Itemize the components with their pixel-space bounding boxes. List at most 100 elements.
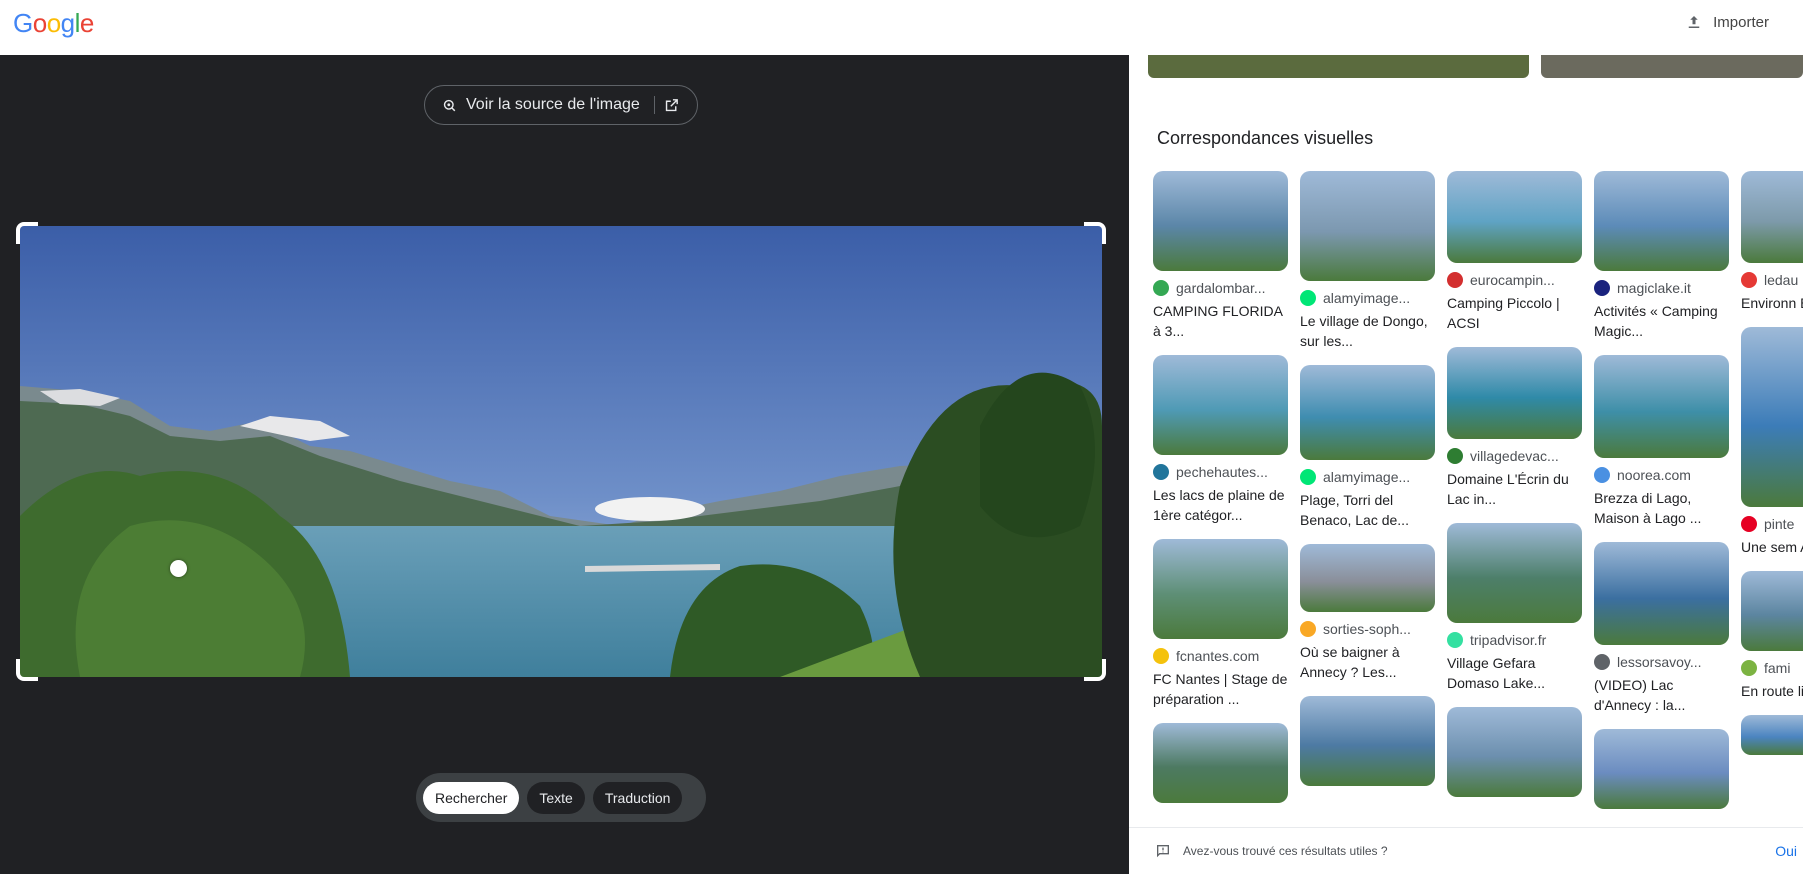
result-title[interactable]: Une sem Annecy	[1741, 537, 1803, 557]
logo-letter: o	[32, 8, 47, 38]
result-thumbnail[interactable]	[1300, 544, 1435, 612]
result-card[interactable]: magiclake.it Activités « Camping Magic...	[1594, 171, 1729, 341]
result-card[interactable]	[1300, 696, 1435, 786]
result-card[interactable]	[1594, 729, 1729, 809]
result-card[interactable]: alamyimage... Plage, Torri del Benaco, La…	[1300, 365, 1435, 530]
result-title[interactable]: Camping Piccolo | ACSI	[1447, 293, 1582, 333]
result-card[interactable]: lessorsavoy... (VIDEO) Lac d'Annecy : la.…	[1594, 542, 1729, 715]
crop-corner-top-left[interactable]	[16, 222, 38, 244]
result-card[interactable]: ledau Environn Baignade	[1741, 171, 1803, 313]
feedback-question: Avez-vous trouvé ces résultats utiles ?	[1183, 844, 1388, 858]
result-title[interactable]: Activités « Camping Magic...	[1594, 301, 1729, 341]
result-card[interactable]	[1447, 707, 1582, 797]
result-thumbnail[interactable]	[1447, 523, 1582, 623]
result-thumbnail[interactable]	[1300, 171, 1435, 281]
result-source[interactable]: alamyimage...	[1300, 469, 1435, 485]
logo-letter: e	[79, 8, 94, 38]
result-card[interactable]: eurocampin... Camping Piccolo | ACSI	[1447, 171, 1582, 333]
result-card[interactable]	[1153, 723, 1288, 803]
divider	[653, 96, 655, 114]
object-hotspot[interactable]	[170, 560, 187, 577]
result-thumbnail[interactable]	[1594, 355, 1729, 458]
result-title[interactable]: Plage, Torri del Benaco, Lac de...	[1300, 490, 1435, 530]
result-card[interactable]	[1741, 715, 1803, 755]
result-thumbnail[interactable]	[1447, 171, 1582, 263]
result-source[interactable]: alamyimage...	[1300, 290, 1435, 306]
feedback-yes-button[interactable]: Oui	[1775, 843, 1797, 859]
result-card[interactable]: tripadvisor.fr Village Gefara Domaso Lake…	[1447, 523, 1582, 693]
tab-text[interactable]: Texte	[527, 781, 585, 814]
result-card[interactable]: fami En route lido ! 8 b	[1741, 571, 1803, 701]
result-title[interactable]: FC Nantes | Stage de préparation ...	[1153, 669, 1288, 709]
site-favicon-icon	[1300, 469, 1316, 485]
result-title[interactable]: (VIDEO) Lac d'Annecy : la...	[1594, 675, 1729, 715]
result-card[interactable]: villagedevac... Domaine L'Écrin du Lac in…	[1447, 347, 1582, 509]
result-thumbnail[interactable]	[1153, 723, 1288, 803]
tab-search[interactable]: Rechercher	[423, 781, 520, 814]
result-thumbnail[interactable]	[1300, 365, 1435, 460]
result-source-name: magiclake.it	[1617, 280, 1691, 296]
site-favicon-icon	[1153, 464, 1169, 480]
previous-result-thumb[interactable]	[1541, 55, 1803, 78]
result-title[interactable]: Brezza di Lago, Maison à Lago ...	[1594, 488, 1729, 528]
result-card[interactable]: noorea.com Brezza di Lago, Maison à Lago …	[1594, 355, 1729, 528]
result-source[interactable]: gardalombar...	[1153, 280, 1288, 296]
result-card[interactable]: alamyimage... Le village de Dongo, sur le…	[1300, 171, 1435, 351]
result-thumbnail[interactable]	[1741, 571, 1803, 651]
result-title[interactable]: Domaine L'Écrin du Lac in...	[1447, 469, 1582, 509]
result-thumbnail[interactable]	[1594, 171, 1729, 271]
result-title[interactable]: Village Gefara Domaso Lake...	[1447, 653, 1582, 693]
result-thumbnail[interactable]	[1594, 729, 1729, 809]
search-image[interactable]	[20, 226, 1102, 677]
result-source[interactable]: magiclake.it	[1594, 280, 1729, 296]
result-source[interactable]: eurocampin...	[1447, 272, 1582, 288]
crop-corner-top-right[interactable]	[1084, 222, 1106, 244]
result-title[interactable]: En route lido ! 8 b	[1741, 681, 1803, 701]
result-source[interactable]: noorea.com	[1594, 467, 1729, 483]
result-source[interactable]: fcnantes.com	[1153, 648, 1288, 664]
result-thumbnail[interactable]	[1447, 347, 1582, 439]
result-source[interactable]: tripadvisor.fr	[1447, 632, 1582, 648]
result-thumbnail[interactable]	[1153, 355, 1288, 455]
site-favicon-icon	[1447, 448, 1463, 464]
crop-corner-bottom-left[interactable]	[16, 659, 38, 681]
upload-button[interactable]: Importer	[1685, 10, 1769, 34]
logo-letter: g	[60, 8, 75, 38]
result-thumbnail[interactable]	[1594, 542, 1729, 645]
result-thumbnail[interactable]	[1447, 707, 1582, 797]
result-thumbnail[interactable]	[1153, 171, 1288, 271]
result-source[interactable]: pechehautes...	[1153, 464, 1288, 480]
result-source[interactable]: sorties-soph...	[1300, 621, 1435, 637]
view-source-button[interactable]: Voir la source de l'image	[424, 85, 698, 125]
result-card[interactable]: pinte Une sem Annecy	[1741, 327, 1803, 557]
result-source[interactable]: pinte	[1741, 516, 1803, 532]
result-source[interactable]: lessorsavoy...	[1594, 654, 1729, 670]
result-thumbnail[interactable]	[1153, 539, 1288, 639]
result-title[interactable]: CAMPING FLORIDA à 3...	[1153, 301, 1288, 341]
result-thumbnail[interactable]	[1741, 715, 1803, 755]
previous-result-thumb[interactable]	[1148, 55, 1529, 78]
result-thumbnail[interactable]	[1741, 171, 1803, 263]
logo-letter: o	[46, 8, 61, 38]
result-title[interactable]: Où se baigner à Annecy ? Les...	[1300, 642, 1435, 682]
result-title[interactable]: Environn Baignade	[1741, 293, 1803, 313]
results-column: ledau Environn Baignade pinte Une sem Annec…	[1741, 171, 1803, 769]
result-source[interactable]: fami	[1741, 660, 1803, 676]
result-card[interactable]: fcnantes.com FC Nantes | Stage de prépara…	[1153, 539, 1288, 709]
tab-translate[interactable]: Traduction	[592, 781, 683, 814]
site-favicon-icon	[1447, 272, 1463, 288]
result-source[interactable]: villagedevac...	[1447, 448, 1582, 464]
result-thumbnail[interactable]	[1300, 696, 1435, 786]
result-card[interactable]: gardalombar... CAMPING FLORIDA à 3...	[1153, 171, 1288, 341]
result-title[interactable]: Les lacs de plaine de 1ère catégor...	[1153, 485, 1288, 525]
result-source[interactable]: ledau	[1741, 272, 1803, 288]
crop-corner-bottom-right[interactable]	[1084, 659, 1106, 681]
google-logo[interactable]: Google	[13, 8, 94, 39]
result-card[interactable]: sorties-soph... Où se baigner à Annecy ? …	[1300, 544, 1435, 682]
upload-label: Importer	[1713, 13, 1769, 31]
result-thumbnail[interactable]	[1741, 327, 1803, 507]
result-card[interactable]: pechehautes... Les lacs de plaine de 1ère…	[1153, 355, 1288, 525]
lens-icon	[443, 99, 456, 111]
result-title[interactable]: Le village de Dongo, sur les...	[1300, 311, 1435, 351]
result-source-name: noorea.com	[1617, 467, 1691, 483]
